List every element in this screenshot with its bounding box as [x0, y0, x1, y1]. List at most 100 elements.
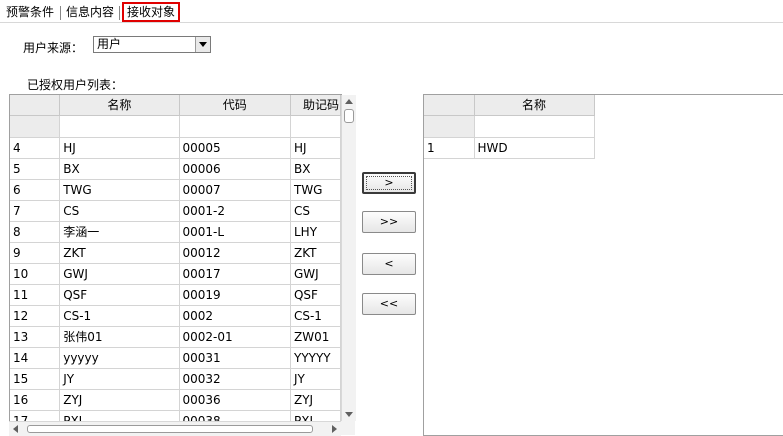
code-cell[interactable]: 00005	[179, 137, 291, 159]
name-cell[interactable]: 张伟01	[59, 326, 180, 348]
column-header-code[interactable]: 代码	[179, 95, 291, 116]
name-cell[interactable]: GWJ	[59, 263, 180, 285]
table-row[interactable]: 5 BX 00006 BX	[10, 158, 341, 180]
mnemonic-cell[interactable]: JY	[290, 368, 341, 390]
horizontal-scrollbar[interactable]	[9, 421, 341, 436]
table-row[interactable]: 9 ZKT 00012 ZKT	[10, 242, 341, 264]
mnemonic-cell[interactable]: ZYJ	[290, 389, 341, 411]
mnemonic-cell[interactable]: GWJ	[290, 263, 341, 285]
mnemonic-cell[interactable]: LHY	[290, 221, 341, 243]
tab-recipients[interactable]: 接收对象	[122, 2, 181, 22]
scroll-thumb[interactable]	[344, 109, 354, 123]
code-cell[interactable]: 00007	[179, 179, 291, 201]
mnemonic-cell[interactable]: HJ	[290, 137, 341, 159]
code-cell[interactable]: 00036	[179, 389, 291, 411]
vertical-scrollbar[interactable]	[341, 95, 356, 421]
code-cell[interactable]: 00032	[179, 368, 291, 390]
row-number[interactable]: 13	[10, 326, 61, 348]
filter-cell-code[interactable]	[179, 115, 291, 138]
name-cell[interactable]: TWG	[59, 179, 180, 201]
row-number[interactable]: 5	[10, 158, 61, 180]
code-cell[interactable]: 0002	[179, 305, 291, 327]
row-number[interactable]: 6	[10, 179, 61, 201]
name-cell[interactable]: QSF	[59, 284, 180, 306]
name-cell[interactable]: CS	[59, 200, 180, 222]
code-cell[interactable]: 0001-L	[179, 221, 291, 243]
name-cell[interactable]: CS-1	[59, 305, 180, 327]
name-cell[interactable]: HWD	[474, 137, 595, 159]
add-selected-button[interactable]: >	[362, 172, 416, 194]
mnemonic-cell[interactable]: BX	[290, 158, 341, 180]
row-number[interactable]: 9	[10, 242, 61, 264]
code-cell[interactable]: 00006	[179, 158, 291, 180]
table-row[interactable]: 8 李涵一 0001-L LHY	[10, 221, 341, 243]
tab-separator	[60, 6, 61, 20]
row-number[interactable]: 7	[10, 200, 61, 222]
table-row[interactable]: 14 yyyyy 00031 YYYYY	[10, 347, 341, 369]
filter-cell-mnemonic[interactable]	[290, 115, 341, 138]
remove-all-button[interactable]: <<	[362, 293, 416, 315]
row-number[interactable]: 16	[10, 389, 61, 411]
table-row[interactable]: 13 张伟01 0002-01 ZW01	[10, 326, 341, 348]
mnemonic-cell[interactable]: TWG	[290, 179, 341, 201]
authorized-users-label: 已授权用户列表：	[27, 78, 124, 92]
row-number[interactable]: 15	[10, 368, 61, 390]
row-number[interactable]: 4	[10, 137, 61, 159]
remove-selected-button[interactable]: <	[362, 253, 416, 275]
column-header-name[interactable]: 名称	[59, 95, 180, 116]
name-cell[interactable]: yyyyy	[59, 347, 180, 369]
name-cell[interactable]: JY	[59, 368, 180, 390]
row-number[interactable]: 8	[10, 221, 61, 243]
mnemonic-cell[interactable]: ZW01	[290, 326, 341, 348]
row-number[interactable]: 11	[10, 284, 61, 306]
code-cell[interactable]: 00017	[179, 263, 291, 285]
table-row[interactable]: 6 TWG 00007 TWG	[10, 179, 341, 201]
authorized-users-table[interactable]: 名称 代码 助记码 4 HJ 00005 HJ 5 BX 00006 BX 6 TWG 00007 T…	[9, 94, 342, 422]
table-row[interactable]: 15 JY 00032 JY	[10, 368, 341, 390]
mnemonic-cell[interactable]: QSF	[290, 284, 341, 306]
column-header-mnemonic[interactable]: 助记码	[290, 95, 341, 116]
name-cell[interactable]: 李涵一	[59, 221, 180, 243]
add-all-button[interactable]: >>	[362, 211, 416, 233]
code-cell[interactable]: 0002-01	[179, 326, 291, 348]
code-cell[interactable]: 0001-2	[179, 200, 291, 222]
tab-message-content[interactable]: 信息内容	[66, 4, 114, 20]
name-cell[interactable]: HJ	[59, 137, 180, 159]
code-cell[interactable]: 00012	[179, 242, 291, 264]
row-number[interactable]: 10	[10, 263, 61, 285]
scroll-up-icon[interactable]	[345, 99, 353, 104]
scroll-down-icon[interactable]	[345, 412, 353, 417]
scroll-right-icon[interactable]	[332, 425, 337, 433]
table-row[interactable]: 1 HWD	[424, 137, 595, 159]
table-row[interactable]: 10 GWJ 00017 GWJ	[10, 263, 341, 285]
filter-cell-name[interactable]	[474, 115, 595, 138]
table-row[interactable]: 16 ZYJ 00036 ZYJ	[10, 389, 341, 411]
mnemonic-cell[interactable]: CS-1	[290, 305, 341, 327]
name-cell[interactable]: ZYJ	[59, 389, 180, 411]
row-number[interactable]: 1	[424, 137, 475, 159]
filter-cell-rownum	[424, 115, 475, 138]
filter-row	[10, 115, 341, 138]
table-row[interactable]: 7 CS 0001-2 CS	[10, 200, 341, 222]
name-cell[interactable]: ZKT	[59, 242, 180, 264]
filter-cell-name[interactable]	[59, 115, 180, 138]
scroll-left-icon[interactable]	[13, 425, 18, 433]
table-row[interactable]: 12 CS-1 0002 CS-1	[10, 305, 341, 327]
mnemonic-cell[interactable]: ZKT	[290, 242, 341, 264]
recipients-table[interactable]: 名称 1 HWD	[423, 94, 783, 436]
mnemonic-cell[interactable]: CS	[290, 200, 341, 222]
user-source-select[interactable]: 用户	[93, 36, 211, 53]
name-cell[interactable]: BX	[59, 158, 180, 180]
mnemonic-cell[interactable]: YYYYY	[290, 347, 341, 369]
table-row[interactable]: 11 QSF 00019 QSF	[10, 284, 341, 306]
column-header-rownum	[10, 95, 61, 116]
scroll-thumb[interactable]	[27, 425, 313, 433]
row-number[interactable]: 14	[10, 347, 61, 369]
column-header-name[interactable]: 名称	[474, 95, 595, 116]
chevron-down-icon[interactable]	[195, 37, 210, 52]
row-number[interactable]: 12	[10, 305, 61, 327]
tab-alert-conditions[interactable]: 预警条件	[6, 4, 54, 20]
code-cell[interactable]: 00019	[179, 284, 291, 306]
code-cell[interactable]: 00031	[179, 347, 291, 369]
table-row[interactable]: 4 HJ 00005 HJ	[10, 137, 341, 159]
